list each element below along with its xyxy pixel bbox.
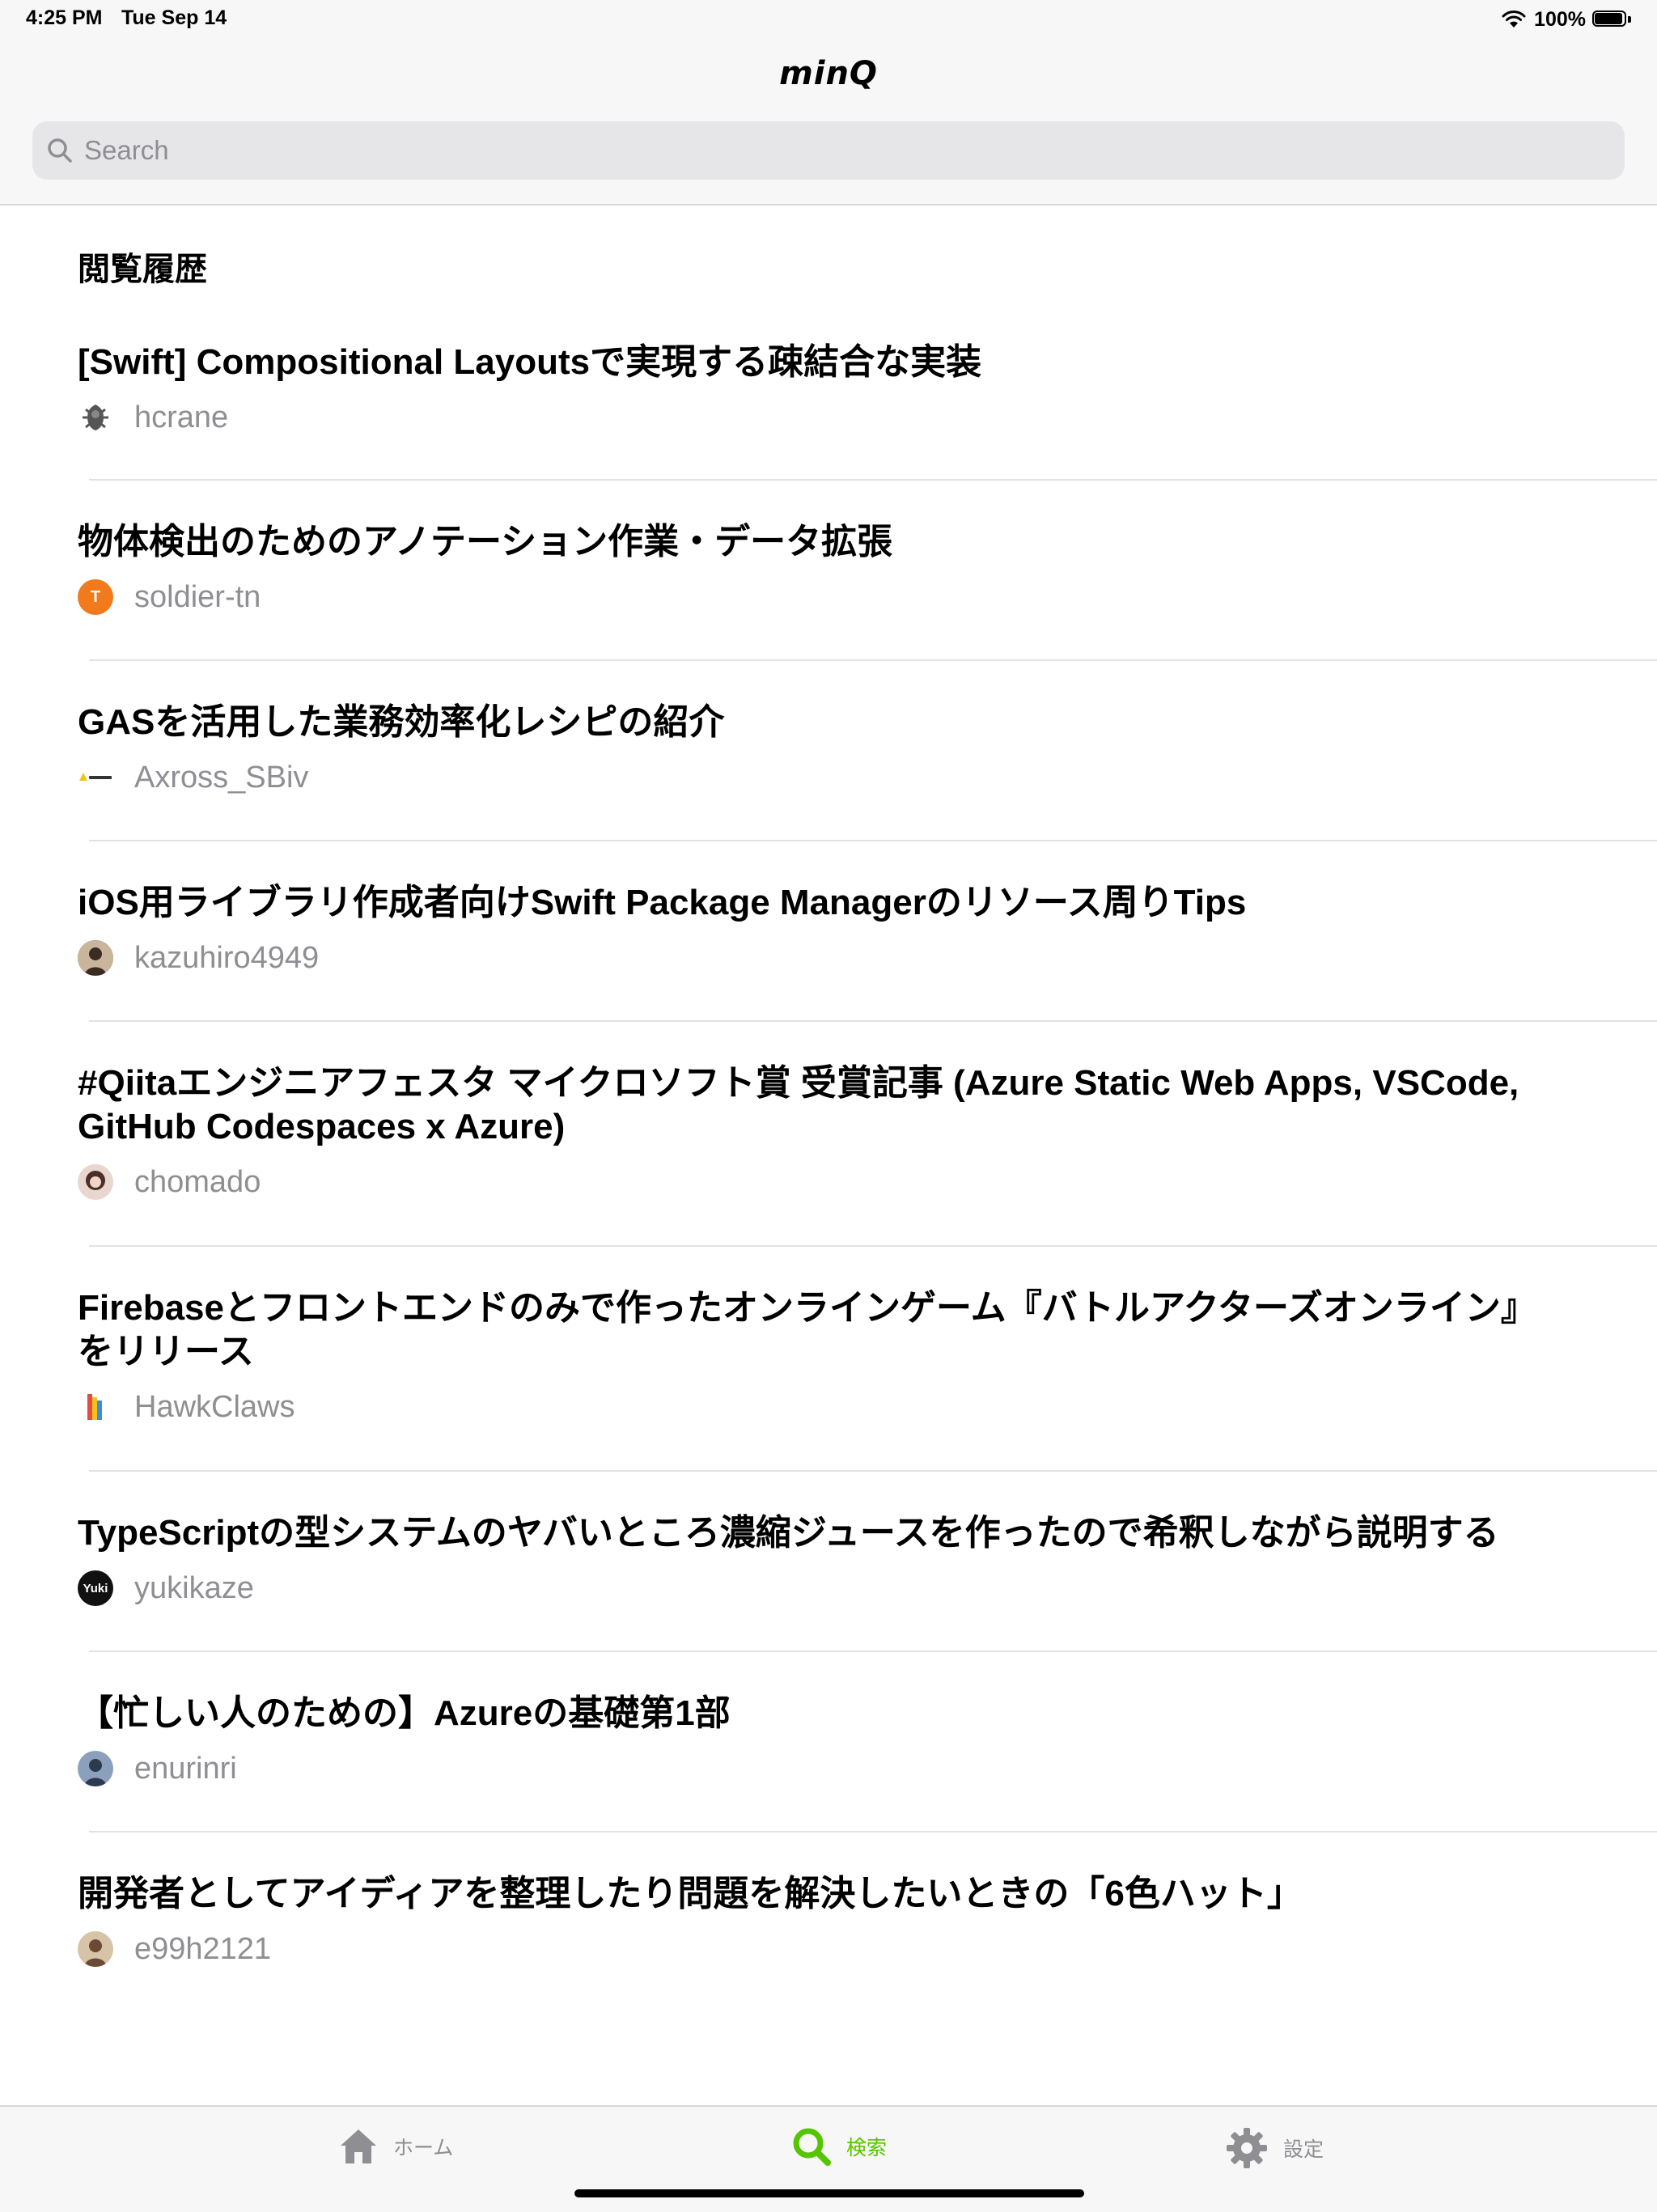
avatar [78,760,113,795]
history-item[interactable]: 【忙しい人のための】Azureの基礎第1部 enurinri [0,1651,1657,1833]
avatar [78,400,113,435]
status-indicators: 100% [1500,5,1633,34]
article-title: TypeScriptの型システムのヤバいところ濃縮ジュースを作ったので希釈しなが… [78,1513,1499,1553]
author-name: enurinri [134,1751,237,1786]
tab-search[interactable]: 検索 [791,2126,887,2167]
author-avatar-icon [78,400,113,435]
tab-label: 検索 [846,2137,888,2159]
author-name: hcrane [134,400,229,434]
wifi-icon [1502,11,1526,28]
article-title: 【忙しい人のための】Azureの基礎第1部 [78,1693,731,1733]
article-author: enurinri [78,1748,1528,1789]
article-author: Yuki yukikaze [78,1568,1528,1608]
article-title: 開発者としてアイディアを整理したり問題を解決したいときの「6色ハット」 [78,1874,1303,1913]
author-name: Axross_SBiv [134,760,309,795]
article-author: chomado [78,1162,1528,1202]
app-logo: minQ [779,55,878,92]
search-input[interactable] [83,134,1583,167]
battery-icon [1592,10,1633,29]
article-title: iOS用ライブラリ作成者向けSwift Package Managerのリソース… [78,883,1247,922]
history-item[interactable]: TypeScriptの型システムのヤバいところ濃縮ジュースを作ったので希釈しなが… [0,1471,1657,1652]
history-item[interactable]: [Swift] Compositional Layoutsで実現する疎結合な実装… [0,320,1657,481]
avatar: Yuki [78,1570,113,1606]
history-list: [Swift] Compositional Layoutsで実現する疎結合な実装… [0,320,1657,2012]
search-icon [48,138,72,163]
article-author: T soldier-tn [78,577,1528,617]
article-title: Firebaseとフロントエンドのみで作ったオンラインゲーム『バトルアクターズオ… [78,1288,1519,1371]
search-icon [793,2128,831,2166]
author-name: soldier-tn [134,579,261,614]
author-name: HawkClaws [134,1389,295,1424]
avatar [78,1164,113,1200]
gear-icon [1227,2128,1267,2168]
avatar [78,1751,113,1786]
search-bar[interactable] [32,121,1625,180]
avatar [78,1931,113,1967]
tab-settings[interactable]: 設定 [1225,2126,1324,2170]
person-photo-icon [78,1164,113,1200]
author-name: chomado [134,1164,261,1199]
status-time: 4:25 PM [26,6,103,29]
history-item[interactable]: iOS用ライブラリ作成者向けSwift Package Managerのリソース… [0,841,1657,1022]
author-name: kazuhiro4949 [134,940,320,975]
author-name: e99h2121 [134,1931,272,1966]
history-item[interactable]: Firebaseとフロントエンドのみで作ったオンラインゲーム『バトルアクターズオ… [0,1246,1657,1472]
article-author: kazuhiro4949 [78,938,1528,978]
article-title: 物体検出のためのアノテーション作業・データ拡張 [78,522,893,561]
status-bar: 4:25 PM Tue Sep 14 100% [0,0,1657,39]
history-item[interactable]: GASを活用した業務効率化レシピの紹介 Axross_SBiv [0,660,1657,841]
tab-label: ホーム [393,2137,454,2159]
article-title: GASを活用した業務効率化レシピの紹介 [78,702,725,742]
avatar [78,940,113,976]
article-author: e99h2121 [78,1929,1528,1969]
navigation-header: 4:25 PM Tue Sep 14 100% minQ [0,0,1657,206]
section-title: 閲覧履歴 [78,252,207,287]
author-name: yukikaze [134,1570,254,1605]
article-title: #Qiitaエンジニアフェスタ マイクロソフト賞 受賞記事 (Azure Sta… [78,1063,1519,1146]
axross-logo-icon [79,773,112,781]
tab-label: 設定 [1283,2138,1324,2161]
person-photo-icon [78,940,113,976]
article-author: hcrane [78,397,1528,438]
article-author: HawkClaws [78,1387,1528,1427]
article-author: Axross_SBiv [78,757,1528,798]
tab-home[interactable]: ホーム [338,2126,453,2167]
person-photo-icon [78,1751,113,1786]
person-photo-icon [78,1931,113,1967]
avatar [78,1389,113,1425]
status-date: Tue Sep 14 [121,6,227,29]
avatar: T [78,579,113,615]
history-item[interactable]: 物体検出のためのアノテーション作業・データ拡張 T soldier-tn [0,480,1657,661]
home-icon [341,2129,376,2163]
history-item[interactable]: 開発者としてアイディアを整理したり問題を解決したいときの「6色ハット」 e99h… [0,1832,1657,2012]
history-item[interactable]: #Qiitaエンジニアフェスタ マイクロソフト賞 受賞記事 (Azure Sta… [0,1021,1657,1247]
article-title: [Swift] Compositional Layoutsで実現する疎結合な実装 [78,342,982,382]
home-indicator [574,2189,1084,2197]
colorful-avatar-icon [78,1389,113,1425]
battery-percentage: 100% [1534,7,1586,31]
